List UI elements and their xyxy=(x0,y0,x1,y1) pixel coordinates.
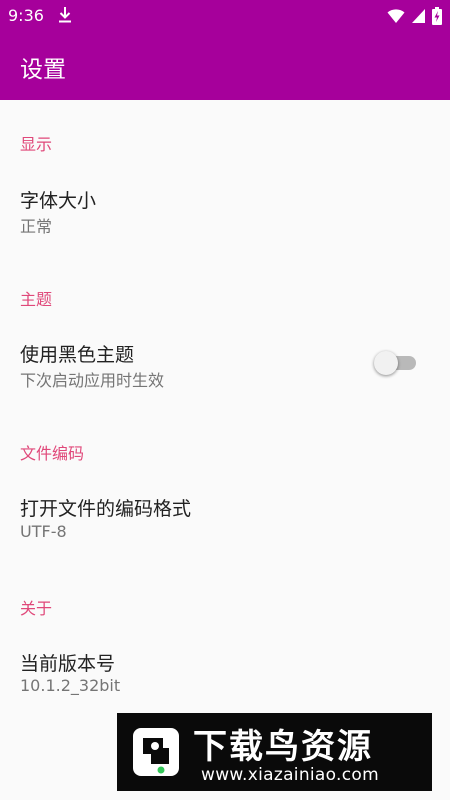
pref-summary: UTF-8 xyxy=(20,522,67,541)
pref-summary: 下次启动应用时生效 xyxy=(20,371,165,390)
pref-title: 字体大小 xyxy=(20,190,97,212)
app-bar: 设置 xyxy=(0,32,450,100)
watermark-title: 下载鸟资源 xyxy=(193,727,373,767)
cell-signal-icon xyxy=(412,9,425,23)
watermark-url: www.xiazainiao.com xyxy=(201,765,379,785)
status-icons xyxy=(387,7,442,25)
watermark-banner: 下载鸟资源 www.xiazainiao.com xyxy=(117,713,432,791)
page-title: 设置 xyxy=(20,57,66,83)
pref-title: 使用黑色主题 xyxy=(20,344,135,366)
status-time: 9:36 xyxy=(8,6,44,25)
pref-title: 当前版本号 xyxy=(20,653,116,675)
download-icon xyxy=(59,7,71,23)
status-bar: 9:36 xyxy=(0,0,450,32)
section-header-display: 显示 xyxy=(20,135,53,154)
dark-theme-switch[interactable] xyxy=(374,351,418,375)
battery-charging-icon xyxy=(432,7,442,25)
section-header-file-encoding: 文件编码 xyxy=(20,444,85,463)
wifi-icon xyxy=(387,9,405,23)
bird-logo-icon xyxy=(133,728,179,776)
section-header-theme: 主题 xyxy=(20,290,53,309)
pref-summary: 正常 xyxy=(20,217,53,236)
pref-title: 打开文件的编码格式 xyxy=(20,498,192,520)
section-header-about: 关于 xyxy=(20,599,53,618)
switch-thumb xyxy=(374,351,398,375)
pref-summary: 10.1.2_32bit xyxy=(20,676,121,695)
